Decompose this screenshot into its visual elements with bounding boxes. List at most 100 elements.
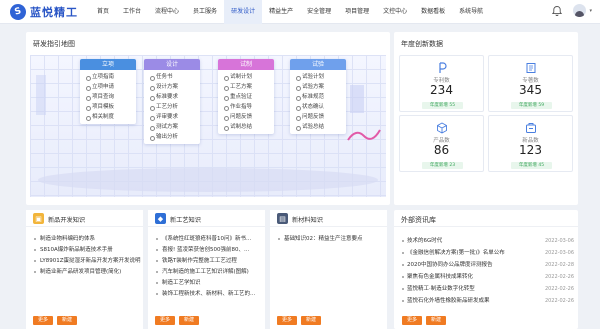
knowledge-item[interactable]: 制造业物料编码的体系 xyxy=(33,234,143,245)
guide-item[interactable]: 项目模板 xyxy=(80,102,136,112)
guide-item[interactable]: 输出分析 xyxy=(144,132,200,142)
knowledge-item[interactable]: 喜报! 蓝凌荣获信创500强前80、... xyxy=(155,245,265,256)
knowledge-panel-title: 新品开发知识 xyxy=(48,217,86,224)
knowledge-item[interactable]: 铁路T装制作完整施工工艺过程 xyxy=(155,256,265,267)
guide-column-2: 试制 试制计划 工艺方案 重点验证 作业指导 问题反馈 试制总结 xyxy=(218,59,274,134)
guide-column-header: 试验 xyxy=(290,59,346,70)
news-item[interactable]: 技术的6G时代 2022-03-06 xyxy=(402,236,574,246)
guide-column-0: 立项立项指南 立项申请 项目查询 项目模板 相关制度 xyxy=(80,59,136,124)
avatar[interactable] xyxy=(573,4,587,17)
guide-item[interactable]: 相关制度 xyxy=(80,112,136,122)
knowledge-item[interactable]: LY8901Z蛋挞湿牙新品开发方案开发说明 xyxy=(33,256,143,267)
news-title[interactable]: 技术的6G时代 xyxy=(407,236,442,246)
news-title[interactable]: 2020中国协同办公品牌度评测报告 xyxy=(407,260,493,270)
guide-item[interactable]: 试制总结 xyxy=(218,122,274,132)
add-button[interactable]: 新建 xyxy=(301,316,322,325)
guide-column-header: 立项 xyxy=(80,59,136,70)
knowledge-item[interactable]: 制造工艺学知识 xyxy=(155,278,265,289)
news-title[interactable]: 蓝悦石化外墙性橡胶新品研发成果 xyxy=(407,296,490,306)
stat-value: 123 xyxy=(519,143,542,157)
nav-item[interactable]: 工作台 xyxy=(116,0,148,24)
guide-item[interactable]: 测试方案 xyxy=(144,122,200,132)
guide-item[interactable]: 试验方案 xyxy=(290,82,346,92)
news-item[interactable]: 《金融信创解决方案(第一批)》名单公布 2022-03-06 xyxy=(402,248,574,258)
panel-title: 外部资讯库 xyxy=(401,216,436,224)
guide-item[interactable]: 工艺方案 xyxy=(218,82,274,92)
news-title[interactable]: 《金融信创解决方案(第一批)》名单公布 xyxy=(407,248,505,258)
stat-card[interactable]: 专利数 234 年度新增 55 xyxy=(399,55,484,112)
nav-item[interactable]: 精益生产 xyxy=(262,0,300,24)
news-item[interactable]: 蓝悦精工·制造业数字化转型 2022-02-26 xyxy=(402,284,574,294)
guide-item[interactable]: 试验总结 xyxy=(290,122,346,132)
panel-title: 年度创新数据 xyxy=(401,40,443,48)
stat-value: 86 xyxy=(433,143,450,157)
knowledge-category-icon: ▤ xyxy=(277,213,288,224)
add-button[interactable]: 新建 xyxy=(426,316,447,325)
guide-item[interactable]: 任务书 xyxy=(144,72,200,82)
stat-card[interactable]: 专著数 345 年度新增 59 xyxy=(488,55,573,112)
guide-item[interactable]: 立项申请 xyxy=(80,82,136,92)
guide-item[interactable]: 问题反馈 xyxy=(290,112,346,122)
knowledge-panel: ◆ 新工艺知识 《系统性红斑狼疮科普10问》新书... 喜报! 蓝凌荣获信创500强前… xyxy=(148,210,265,329)
guide-item[interactable]: 问题反馈 xyxy=(218,112,274,122)
guide-item[interactable]: 状态确认 xyxy=(290,102,346,112)
guide-item[interactable]: 试验计划 xyxy=(290,72,346,82)
rd-guide-map-panel: 研发指引地图 立项 立项指南 立项申请 项目查询 项目模板 相关制度 设计 任务书 设计方案 标准… xyxy=(26,32,390,205)
guide-item[interactable]: 重点验证 xyxy=(218,92,274,102)
more-button[interactable]: 更多 xyxy=(402,316,423,325)
add-button[interactable]: 新建 xyxy=(179,316,200,325)
knowledge-panel: ▣ 新品开发知识 制造业物料编码的体系 S810A爆炸新品制造技术手册 LY8901Z蛋… xyxy=(26,210,143,329)
nav-item[interactable]: 研发设计 xyxy=(224,0,263,24)
news-item[interactable]: 聚焦有色金属科技成果转化 2022-02-26 xyxy=(402,272,574,282)
guide-item[interactable]: 评审要求 xyxy=(144,112,200,122)
guide-column-1: 设计 任务书 设计方案 标准要求 工艺分析 评审要求 测试方案 输出分析 xyxy=(144,59,200,144)
stat-badge: 年度新增 59 xyxy=(511,102,552,109)
news-item[interactable]: 蓝悦石化外墙性橡胶新品研发成果 2022-02-26 xyxy=(402,296,574,306)
news-item[interactable]: 2020中国协同办公品牌度评测报告 2022-02-28 xyxy=(402,260,574,270)
bell-icon[interactable] xyxy=(551,5,563,17)
more-button[interactable]: 更多 xyxy=(33,316,54,325)
patent-icon xyxy=(436,62,448,74)
stat-card[interactable]: 新品数 123 年度新增 45 xyxy=(488,115,573,172)
new-product-icon xyxy=(525,122,537,134)
add-button[interactable]: 新建 xyxy=(57,316,78,325)
top-navigation-bar: S 蓝悦精工 首页 工作台 流程中心 员工服务 研发设计 精益生产 安全管理 项目管理 文控中心… xyxy=(0,0,600,24)
news-date: 2022-02-28 xyxy=(544,262,574,268)
stat-value: 234 xyxy=(430,83,453,97)
more-button[interactable]: 更多 xyxy=(155,316,176,325)
knowledge-panel: ▤ 新材料知识 基础知识02：精益生产注意要点 更多 新建 xyxy=(270,210,387,329)
guide-item[interactable]: 作业指导 xyxy=(218,102,274,112)
guide-item[interactable]: 标准要求 xyxy=(144,92,200,102)
nav-item[interactable]: 员工服务 xyxy=(186,0,224,24)
guide-item[interactable]: 立项指南 xyxy=(80,72,136,82)
news-title[interactable]: 聚焦有色金属科技成果转化 xyxy=(407,272,473,282)
stat-badge: 年度新增 23 xyxy=(422,162,463,169)
guide-item[interactable]: 试制计划 xyxy=(218,72,274,82)
product-icon xyxy=(436,122,448,134)
knowledge-item[interactable]: 制造业新产品研发项目管理(简化) xyxy=(33,267,143,278)
guide-item[interactable]: 工艺分析 xyxy=(144,102,200,112)
news-date: 2022-03-06 xyxy=(544,238,574,244)
nav-item[interactable]: 流程中心 xyxy=(148,0,186,24)
nav-item[interactable]: 首页 xyxy=(90,0,116,24)
chevron-down-icon[interactable]: ▾ xyxy=(589,8,592,14)
guide-map: 立项立项指南 立项申请 项目查询 项目模板 相关制度 设计 任务书 设计方案 标准要求 工艺分析评… xyxy=(30,55,386,197)
nav-item[interactable]: 文控中心 xyxy=(376,0,414,24)
logo-text: 蓝悦精工 xyxy=(30,6,78,19)
nav-item[interactable]: 项目管理 xyxy=(338,0,376,24)
nav-item[interactable]: 系统导航 xyxy=(452,0,490,24)
knowledge-item[interactable]: 汽车制造的施工工艺知识详解(图解) xyxy=(155,267,265,278)
knowledge-item[interactable]: S810A爆炸新品制造技术手册 xyxy=(33,245,143,256)
guide-item[interactable]: 标准规范 xyxy=(290,92,346,102)
knowledge-item[interactable]: 基础知识02：精益生产注意要点 xyxy=(277,234,387,245)
more-button[interactable]: 更多 xyxy=(277,316,298,325)
guide-item[interactable]: 项目查询 xyxy=(80,92,136,102)
knowledge-item[interactable]: 装饰工程新技术、新材料、新工艺的... xyxy=(155,289,265,300)
logo[interactable]: S 蓝悦精工 xyxy=(8,2,78,22)
stat-card[interactable]: 产品数 86 年度新增 23 xyxy=(399,115,484,172)
news-title[interactable]: 蓝悦精工·制造业数字化转型 xyxy=(407,284,475,294)
guide-item[interactable]: 设计方案 xyxy=(144,82,200,92)
knowledge-item[interactable]: 《系统性红斑狼疮科普10问》新书... xyxy=(155,234,265,245)
nav-item[interactable]: 安全管理 xyxy=(300,0,338,24)
nav-item[interactable]: 数据看板 xyxy=(414,0,452,24)
